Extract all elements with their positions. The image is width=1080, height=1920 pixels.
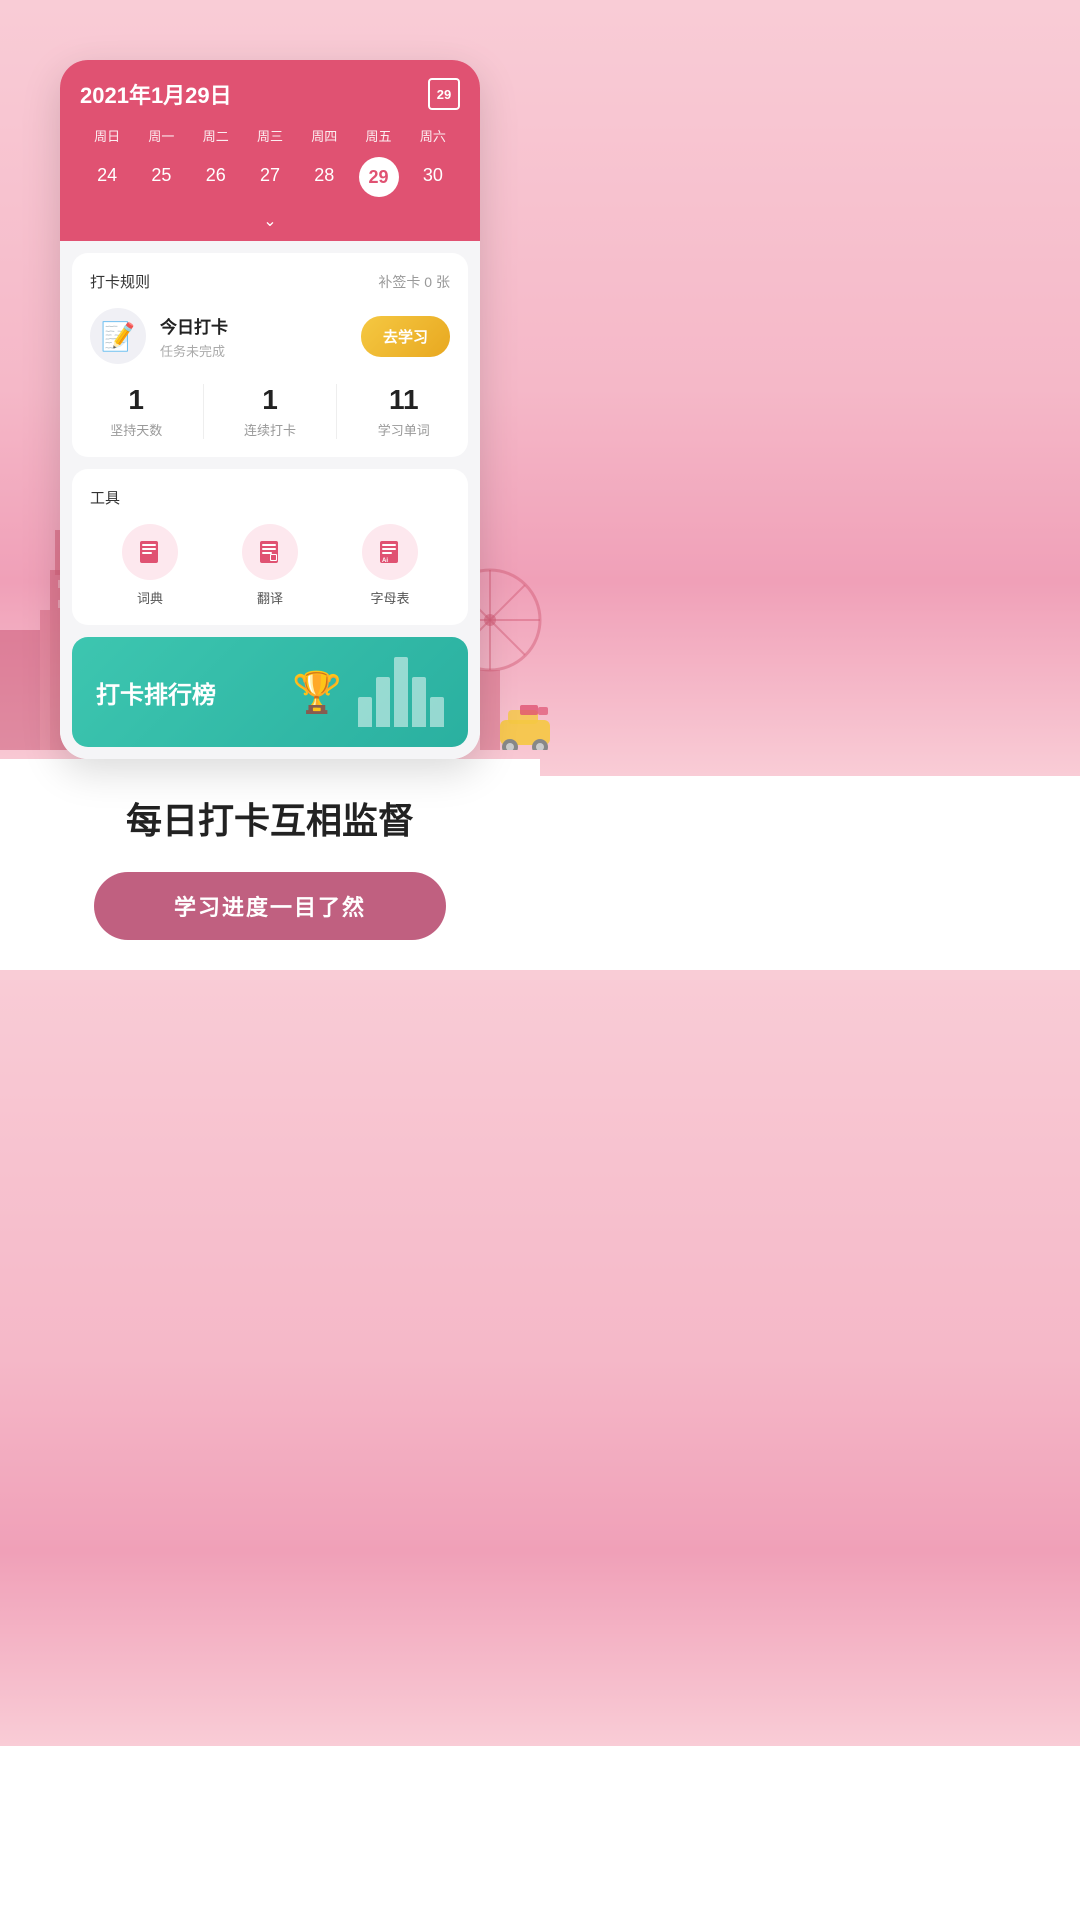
task-info: 今日打卡 任务未完成 — [160, 313, 361, 360]
stat-persist-label: 坚持天数 — [110, 420, 162, 439]
book-icon — [136, 538, 164, 566]
go-study-button[interactable]: 去学习 — [361, 316, 450, 357]
tool-alphabet-label: 字母表 — [370, 588, 409, 607]
tools-row: 词典 翻译 — [90, 524, 450, 607]
bar-3 — [394, 657, 408, 727]
weekday-row: 周日 周一 周二 周三 周四 周五 周六 — [80, 122, 460, 149]
calendar-icon[interactable]: 29 — [428, 78, 460, 110]
tool-translate-label: 翻译 — [257, 588, 283, 607]
svg-text:Ai: Ai — [382, 558, 388, 564]
weekday-sun: 周日 — [80, 122, 134, 149]
tools-card: 工具 词典 — [72, 469, 468, 625]
stat-consecutive-label: 连续打卡 — [244, 420, 296, 439]
alphabet-icon: Ai — [376, 538, 404, 566]
bottom-section: 每日打卡互相监督 学习进度一目了然 — [0, 759, 540, 970]
bar-5 — [430, 697, 444, 727]
weekday-thu: 周四 — [297, 122, 351, 149]
weekday-tue: 周二 — [189, 122, 243, 149]
ranking-label: 打卡排行榜 — [96, 682, 216, 709]
tools-section-title: 工具 — [90, 487, 450, 508]
date-29-selected[interactable]: 29 — [359, 157, 399, 197]
date-24[interactable]: 24 — [80, 157, 134, 197]
date-30[interactable]: 30 — [406, 157, 460, 197]
cta-button[interactable]: 学习进度一目了然 — [94, 872, 446, 940]
date-row: 24 25 26 27 28 29 30 — [80, 157, 460, 205]
weekday-wed: 周三 — [243, 122, 297, 149]
main-content: 打卡规则 补签卡 0 张 📝 今日打卡 任务未完成 去学习 1 — [60, 241, 480, 759]
weekday-fri: 周五 — [351, 122, 405, 149]
stat-persist-value: 1 — [110, 384, 162, 416]
stats-row: 1 坚持天数 1 连续打卡 11 学习单词 — [90, 384, 450, 439]
translate-icon — [256, 538, 284, 566]
ranking-banner[interactable]: 打卡排行榜 🏆 — [72, 637, 468, 747]
stat-words-learned: 11 学习单词 — [378, 384, 430, 439]
tool-translate[interactable]: 翻译 — [242, 524, 298, 607]
task-status: 任务未完成 — [160, 341, 361, 360]
phone-mockup: 2021年1月29日 29 周日 周一 周二 周三 周四 周五 周六 24 25… — [60, 60, 480, 759]
date-27[interactable]: 27 — [243, 157, 297, 197]
task-name: 今日打卡 — [160, 313, 361, 338]
tool-dict[interactable]: 词典 — [122, 524, 178, 607]
stat-consecutive-checkin: 1 连续打卡 — [244, 384, 296, 439]
weekday-sat: 周六 — [406, 122, 460, 149]
calendar-expand[interactable]: ⌄ — [80, 205, 460, 241]
date-26[interactable]: 26 — [189, 157, 243, 197]
stat-persist-days: 1 坚持天数 — [110, 384, 162, 439]
main-tagline: 每日打卡互相监督 — [126, 799, 414, 842]
weekday-mon: 周一 — [134, 122, 188, 149]
supplement-count: 补签卡 0 张 — [378, 272, 450, 292]
calendar-section: 2021年1月29日 29 周日 周一 周二 周三 周四 周五 周六 24 25… — [60, 60, 480, 241]
date-25[interactable]: 25 — [134, 157, 188, 197]
tool-dict-icon-wrap — [122, 524, 178, 580]
tool-translate-icon-wrap — [242, 524, 298, 580]
chevron-down-icon: ⌄ — [263, 213, 276, 230]
checkin-rule-label: 打卡规则 — [90, 271, 150, 292]
stat-consecutive-value: 1 — [244, 384, 296, 416]
bar-4 — [412, 677, 426, 727]
bar-1 — [358, 697, 372, 727]
trophy-icon: 🏆 — [292, 669, 342, 716]
stat-words-value: 11 — [378, 384, 430, 416]
tool-dict-label: 词典 — [137, 588, 163, 607]
tool-alphabet-icon-wrap: Ai — [362, 524, 418, 580]
checkin-icon: 📝 — [101, 320, 136, 353]
task-icon-wrap: 📝 — [90, 308, 146, 364]
ranking-highlighted: 打卡 — [96, 682, 144, 709]
checkin-card: 打卡规则 补签卡 0 张 📝 今日打卡 任务未完成 去学习 1 — [72, 253, 468, 457]
ranking-chart — [358, 657, 444, 727]
ranking-normal: 排行榜 — [144, 682, 216, 709]
stat-words-label: 学习单词 — [378, 420, 430, 439]
calendar-title: 2021年1月29日 — [80, 78, 232, 110]
bar-2 — [376, 677, 390, 727]
tool-alphabet[interactable]: Ai 字母表 — [362, 524, 418, 607]
date-28[interactable]: 28 — [297, 157, 351, 197]
